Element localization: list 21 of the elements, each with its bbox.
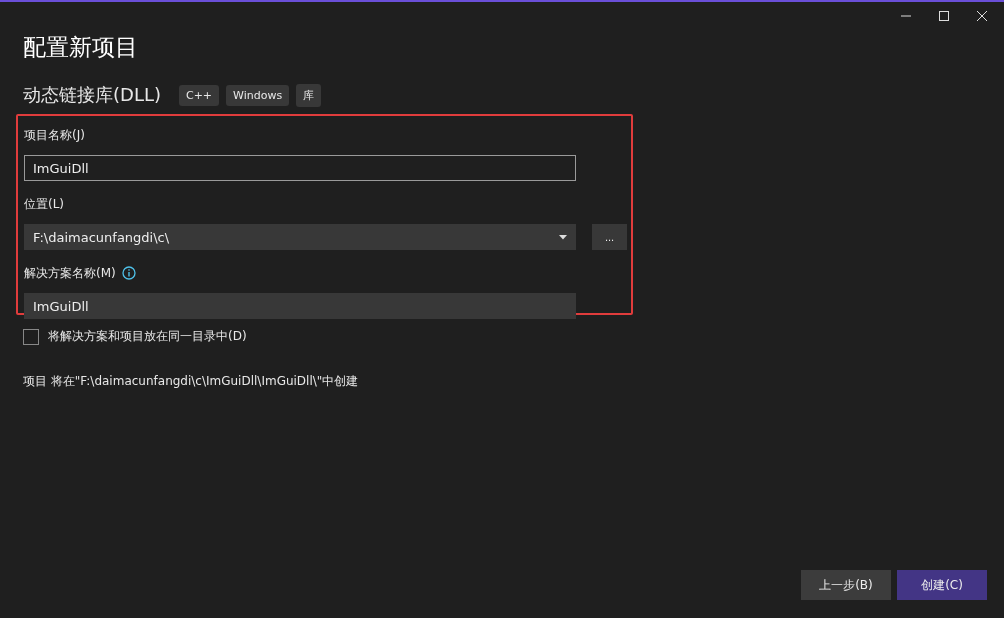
footer-button[interactable]: 创建(C) xyxy=(897,570,987,600)
text-field[interactable]: ImGuiDll xyxy=(24,293,576,319)
checkbox[interactable] xyxy=(23,328,39,345)
footer-button[interactable]: 上一步(B) xyxy=(801,570,891,600)
browse-button[interactable]: ... xyxy=(592,224,627,250)
field-label: 位置(L) xyxy=(24,195,65,213)
checkbox-label: 将解决方案和项目放在同一目录中(D) xyxy=(48,328,247,345)
caret-icon xyxy=(559,234,567,240)
location-dropdown[interactable]: F:\daimacunfangdi\c\ xyxy=(24,224,576,250)
maximize-icon xyxy=(938,10,950,22)
template-name: 动态链接库(DLL) xyxy=(23,83,161,107)
template-tag: Windows xyxy=(226,84,290,106)
close-icon xyxy=(976,10,988,22)
info-icon[interactable] xyxy=(121,266,136,280)
field-label: 项目名称(J) xyxy=(24,126,85,144)
window-title: 配置新项目 xyxy=(23,33,139,62)
template-tag: C++ xyxy=(178,84,220,106)
template-tag: 库 xyxy=(296,83,322,107)
field-label: 解决方案名称(M) xyxy=(24,264,116,282)
text-field[interactable]: ImGuiDll xyxy=(24,155,576,181)
summary-text: 项目 将在"F:\daimacunfangdi\c\ImGuiDll\ImGuiDll\"中创建 xyxy=(23,373,360,390)
